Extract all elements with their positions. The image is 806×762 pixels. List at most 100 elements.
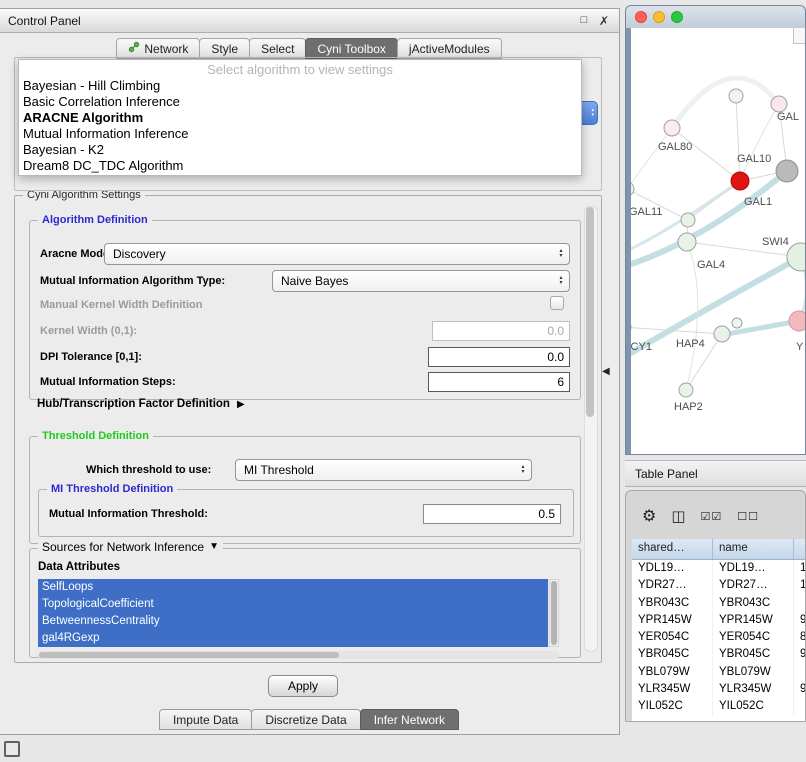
algorithm-option[interactable]: Bayesian - K2	[19, 142, 581, 158]
node-swi4[interactable]	[787, 243, 806, 271]
mi-type-label: Mutual Information Algorithm Type:	[40, 275, 225, 287]
network-edge	[631, 257, 801, 360]
tab-infer-network[interactable]: Infer Network	[360, 709, 459, 730]
table-cell: YBL079W	[632, 664, 713, 681]
scrollbar-thumb[interactable]	[551, 581, 557, 645]
bottom-tab-bar: Impute DataDiscretize DataInfer Network	[0, 709, 619, 730]
table-row[interactable]: YDR27…YDR27…12	[632, 577, 805, 594]
algorithm-option[interactable]: Bayesian - Hill Climbing	[19, 78, 581, 94]
attributes-horizontal-scrollbar[interactable]	[38, 651, 559, 659]
attribute-item[interactable]: gal4RGexp	[38, 630, 548, 647]
mi-threshold-input[interactable]	[423, 504, 561, 524]
network-window-titlebar	[626, 6, 805, 28]
table-row[interactable]: YER054CYER054C8.	[632, 629, 805, 646]
mi-steps-input[interactable]	[428, 372, 570, 392]
column-header[interactable]: name	[713, 539, 794, 559]
tab-cyni-toolbox[interactable]: Cyni Toolbox	[305, 38, 397, 59]
attributes-vertical-scrollbar[interactable]	[549, 579, 559, 647]
gear-icon[interactable]: ⚙	[642, 506, 656, 526]
mi-type-value: Naive Bayes	[281, 274, 348, 288]
table-row[interactable]: YLR345WYLR345W9.	[632, 681, 805, 698]
algorithm-option[interactable]: Mutual Information Inference	[19, 126, 581, 142]
data-attributes-label: Data Attributes	[38, 561, 120, 573]
node-hap4[interactable]	[714, 326, 730, 342]
tab-label: Cyni Toolbox	[317, 42, 385, 56]
attribute-item[interactable]: SelfLoops	[38, 579, 548, 596]
restore-panel-icon[interactable]	[4, 741, 20, 757]
scrollbar-thumb[interactable]	[39, 652, 339, 658]
aracne-mode-select[interactable]: Discovery ▴▾	[104, 243, 570, 265]
table-row[interactable]: YPR145WYPR145W9.	[632, 612, 805, 629]
tab-jactivemodules[interactable]: jActiveModules	[397, 38, 502, 59]
network-node[interactable]	[631, 182, 634, 196]
tab-select[interactable]: Select	[249, 38, 306, 59]
table-row[interactable]: YDL19…YDL19…13	[632, 560, 805, 577]
dropdown-arrows-icon: ▴▾	[553, 249, 569, 259]
table-toolbar: ⚙ ◫ ☑☑ ☐☐	[626, 497, 805, 535]
apply-button[interactable]: Apply	[268, 675, 338, 697]
network-canvas[interactable]: GAL80GALGAL10GAL1GAL11SWI4GAL4GCY1HAP4YH…	[631, 28, 806, 455]
which-threshold-label: Which threshold to use:	[86, 464, 211, 476]
columns-icon[interactable]: ◫	[671, 507, 685, 525]
attribute-item[interactable]: BetweennessCentrality	[38, 613, 548, 630]
close-icon[interactable]: ✗	[597, 14, 611, 28]
tab-network[interactable]: Network	[116, 38, 200, 59]
table-cell: YLR345W	[713, 681, 794, 698]
node-gal4[interactable]	[678, 233, 696, 251]
hub-definition-label: Hub/Transcription Factor Definition	[37, 398, 230, 410]
node-gal10[interactable]	[731, 172, 749, 190]
network-edge	[672, 128, 740, 181]
algorithm-option[interactable]: Dream8 DC_TDC Algorithm	[19, 158, 581, 174]
tab-style[interactable]: Style	[199, 38, 250, 59]
hub-definition-section[interactable]: Hub/Transcription Factor Definition ▶	[37, 398, 245, 410]
which-threshold-select[interactable]: MI Threshold ▴▾	[235, 459, 532, 481]
mi-type-select[interactable]: Naive Bayes ▴▾	[272, 270, 570, 292]
algorithm-option[interactable]: ARACNE Algorithm	[19, 110, 581, 126]
table-cell: YBR045C	[632, 646, 713, 663]
network-node[interactable]	[729, 89, 743, 103]
node-label: Y	[796, 341, 804, 353]
node-gal11[interactable]	[681, 213, 695, 227]
attribute-item[interactable]: TopologicalCoefficient	[38, 596, 548, 613]
algorithm-dropdown-list: Select algorithm to view settings Bayesi…	[18, 59, 582, 176]
tab-label: Network	[144, 42, 188, 56]
table-row[interactable]: YBR043CYBR043C	[632, 595, 805, 612]
table-cell: YPR145W	[713, 612, 794, 629]
data-attributes-list: SelfLoopsTopologicalCoefficientBetweenne…	[38, 579, 548, 647]
tab-impute-data[interactable]: Impute Data	[159, 709, 252, 730]
select-all-checkboxes-icon[interactable]: ☑☑	[701, 510, 723, 523]
table-cell: YDR27…	[713, 577, 794, 594]
table-header-row: shared…name	[632, 539, 805, 560]
minimize-traffic-light-icon[interactable]	[653, 11, 665, 23]
network-node[interactable]	[732, 318, 742, 328]
node-gray[interactable]	[776, 160, 798, 182]
sources-label: Sources for Network Inference	[42, 540, 204, 554]
table-row[interactable]: YIL052CYIL052C	[632, 698, 805, 715]
splitter-collapse-icon[interactable]: ◀	[602, 366, 610, 377]
sources-section-header[interactable]: Sources for Network Inference ▼	[38, 540, 223, 554]
manual-kernel-checkbox[interactable]	[550, 296, 564, 310]
node-gal80[interactable]	[664, 120, 680, 136]
kernel-width-input[interactable]	[432, 321, 570, 341]
node-pink[interactable]	[789, 311, 806, 331]
close-traffic-light-icon[interactable]	[635, 11, 647, 23]
clear-all-checkboxes-icon[interactable]: ☐☐	[737, 510, 759, 523]
node-hap2[interactable]	[679, 383, 693, 397]
canvas-corner-box[interactable]	[793, 28, 805, 44]
scrollbar-thumb[interactable]	[586, 207, 594, 417]
table-cell: YBR043C	[713, 595, 794, 612]
column-header[interactable]	[794, 539, 806, 559]
tab-discretize-data[interactable]: Discretize Data	[251, 709, 360, 730]
dpi-tolerance-input[interactable]	[428, 347, 570, 367]
table-cell: YLR345W	[632, 681, 713, 698]
algorithm-option[interactable]: Basic Correlation Inference	[19, 94, 581, 110]
column-header[interactable]: shared…	[632, 539, 713, 559]
node-label: GAL10	[737, 153, 771, 165]
table-row[interactable]: YBR045CYBR045C9.	[632, 646, 805, 663]
node-gal[interactable]	[771, 96, 787, 112]
table-row[interactable]: YBL079WYBL079W	[632, 664, 805, 681]
float-window-icon[interactable]: □	[577, 14, 591, 28]
zoom-traffic-light-icon[interactable]	[671, 11, 683, 23]
settings-scrollbar[interactable]	[584, 206, 598, 652]
node-label: GCY1	[631, 341, 652, 353]
